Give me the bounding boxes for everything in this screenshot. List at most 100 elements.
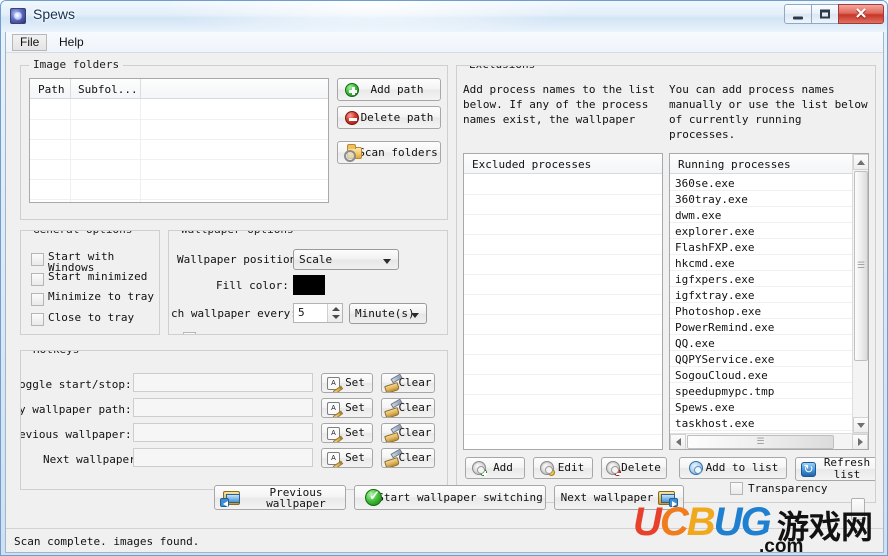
excluded-processes-header[interactable]: Excluded processes	[472, 158, 591, 171]
checkbox-minimize-to-tray[interactable]	[31, 293, 44, 306]
hotkey-clear-previous[interactable]: Clear	[381, 423, 435, 443]
scroll-right-button[interactable]	[852, 434, 868, 449]
checkbox-close-to-tray[interactable]	[31, 313, 44, 326]
app-icon	[10, 8, 26, 24]
checkbox-start-with-windows[interactable]	[31, 253, 44, 266]
next-wallpaper-icon	[658, 491, 678, 507]
list-item[interactable]: FlashFXP.exe	[675, 241, 754, 254]
row-separator	[670, 238, 853, 239]
gear-blue-icon	[689, 461, 703, 475]
row-separator	[670, 430, 853, 431]
list-item[interactable]: QQPYService.exe	[675, 353, 774, 366]
interval-unit-select[interactable]: Minute(s)	[349, 303, 427, 324]
checkbox-enable-startup[interactable]	[183, 332, 196, 334]
hotkey-input-toggle[interactable]	[133, 373, 313, 392]
list-item[interactable]: Photoshop.exe	[675, 305, 761, 318]
hscroll-thumb[interactable]: ☰	[687, 435, 834, 449]
previous-wallpaper-icon	[220, 491, 240, 507]
hotkey-input-next[interactable]	[133, 448, 313, 467]
fill-color-swatch[interactable]	[293, 275, 325, 295]
key-set-icon-3: A	[327, 427, 344, 442]
delete-path-button[interactable]: Delete path	[337, 106, 441, 129]
hotkey-set-copy-path[interactable]: A Set	[321, 398, 373, 418]
hotkey-clear-next[interactable]: Clear	[381, 448, 435, 468]
set-label-1: Set	[345, 376, 365, 390]
start-wallpaper-switching-button[interactable]: Start wallpaper switching	[354, 485, 546, 510]
spinner-down-icon[interactable]	[332, 315, 340, 319]
hotkey-input-previous[interactable]	[133, 423, 313, 442]
interval-spinner[interactable]: 5	[293, 303, 343, 323]
maximize-button[interactable]	[811, 4, 839, 24]
list-item[interactable]: dwm.exe	[675, 209, 721, 222]
list-item[interactable]: hkcmd.exe	[675, 257, 735, 270]
list-item[interactable]: PowerRemind.exe	[675, 321, 774, 334]
column-path[interactable]: Path	[38, 83, 65, 96]
image-folders-table[interactable]: Path Subfol...	[29, 78, 329, 203]
delete-exclusion-button[interactable]: Delete	[601, 457, 667, 479]
running-list-vscrollbar[interactable]: ☰	[852, 154, 868, 433]
checkbox-transparency[interactable]	[730, 482, 743, 495]
row-separator	[670, 382, 853, 383]
minus-circle-red-icon	[345, 111, 359, 125]
arrow-up-icon	[857, 159, 865, 165]
hotkey-clear-toggle[interactable]: Clear	[381, 373, 435, 393]
close-button[interactable]: ✕	[838, 4, 884, 24]
spinner-up-icon[interactable]	[332, 307, 340, 311]
next-wallpaper-label: Next wallpaper	[560, 490, 654, 504]
add-to-list-button[interactable]: Add to list	[679, 457, 787, 479]
scroll-up-button[interactable]	[853, 154, 868, 170]
list-item[interactable]: 360tray.exe	[675, 193, 748, 206]
vscroll-thumb[interactable]: ☰	[854, 171, 868, 361]
list-item[interactable]: speedupmypc.tmp	[675, 385, 774, 398]
scan-folders-button[interactable]: Scan folders	[337, 141, 441, 164]
menu-file[interactable]: File	[12, 34, 48, 51]
clear-label-1: Clear	[398, 376, 432, 390]
edit-label: Edit	[557, 461, 585, 475]
hotkey-clear-copy-path[interactable]: Clear	[381, 398, 435, 418]
hotkeys-group: Hotkeys oggle start/stop: A Set Clear y …	[20, 350, 448, 490]
interval-unit-value: Minute(s)	[355, 307, 415, 320]
menu-help[interactable]: Help	[52, 34, 91, 51]
list-item[interactable]: 360se.exe	[675, 177, 735, 190]
list-item[interactable]: igfxpers.exe	[675, 273, 754, 286]
minimize-button[interactable]	[784, 4, 812, 24]
refresh-list-button[interactable]: ↻ Refresh list	[795, 457, 875, 481]
general-options-group: General options Start with Windows Start…	[20, 230, 160, 335]
gear-delete-icon	[606, 461, 621, 476]
list-item[interactable]: igfxtray.exe	[675, 289, 754, 302]
hotkey-label-toggle: oggle start/stop:	[20, 378, 132, 391]
checkbox-start-minimized[interactable]	[31, 273, 44, 286]
grip-icon: ☰	[856, 261, 866, 271]
row-separator	[670, 206, 853, 207]
scroll-left-button[interactable]	[670, 434, 686, 449]
excluded-processes-list[interactable]: Excluded processes	[463, 153, 663, 450]
wallpaper-position-select[interactable]: Scale	[293, 249, 399, 270]
edit-exclusion-button[interactable]: Edit	[533, 457, 593, 479]
set-label-4: Set	[345, 451, 365, 465]
previous-wallpaper-button[interactable]: Previous wallpaper	[214, 485, 346, 510]
list-item[interactable]: taskhost.exe	[675, 417, 754, 430]
wallpaper-options-group: Wallpaper options Wallpaper position: Sc…	[168, 230, 448, 335]
statusbar: Scan complete. images found.	[6, 528, 883, 552]
running-processes-list[interactable]: Running processes 360se.exe 360tray.exe dw…	[669, 153, 869, 450]
list-item[interactable]: QQ.exe	[675, 337, 715, 350]
add-path-button[interactable]: Add path	[337, 78, 441, 101]
row-separator	[670, 254, 853, 255]
running-processes-header[interactable]: Running processes	[678, 158, 791, 171]
list-item[interactable]: explorer.exe	[675, 225, 754, 238]
scroll-down-button[interactable]	[853, 417, 868, 433]
hotkey-set-previous[interactable]: A Set	[321, 423, 373, 443]
hotkey-input-copy-path[interactable]	[133, 398, 313, 417]
list-item[interactable]: SogouCloud.exe	[675, 369, 768, 382]
add-exclusion-button[interactable]: Add	[465, 457, 525, 479]
next-wallpaper-button[interactable]: Next wallpaper	[554, 485, 684, 510]
column-subfolders[interactable]: Subfol...	[78, 83, 138, 96]
running-list-hscrollbar[interactable]: ☰	[670, 433, 868, 449]
spinner-buttons[interactable]	[327, 304, 342, 322]
gear-add-icon	[472, 461, 487, 476]
transparency-slider-handle[interactable]	[851, 498, 865, 520]
list-item[interactable]: Spews.exe	[675, 401, 735, 414]
hotkey-set-toggle[interactable]: A Set	[321, 373, 373, 393]
exclusions-left-description: Add process names to the list below. If …	[463, 83, 656, 130]
hotkey-set-next[interactable]: A Set	[321, 448, 373, 468]
